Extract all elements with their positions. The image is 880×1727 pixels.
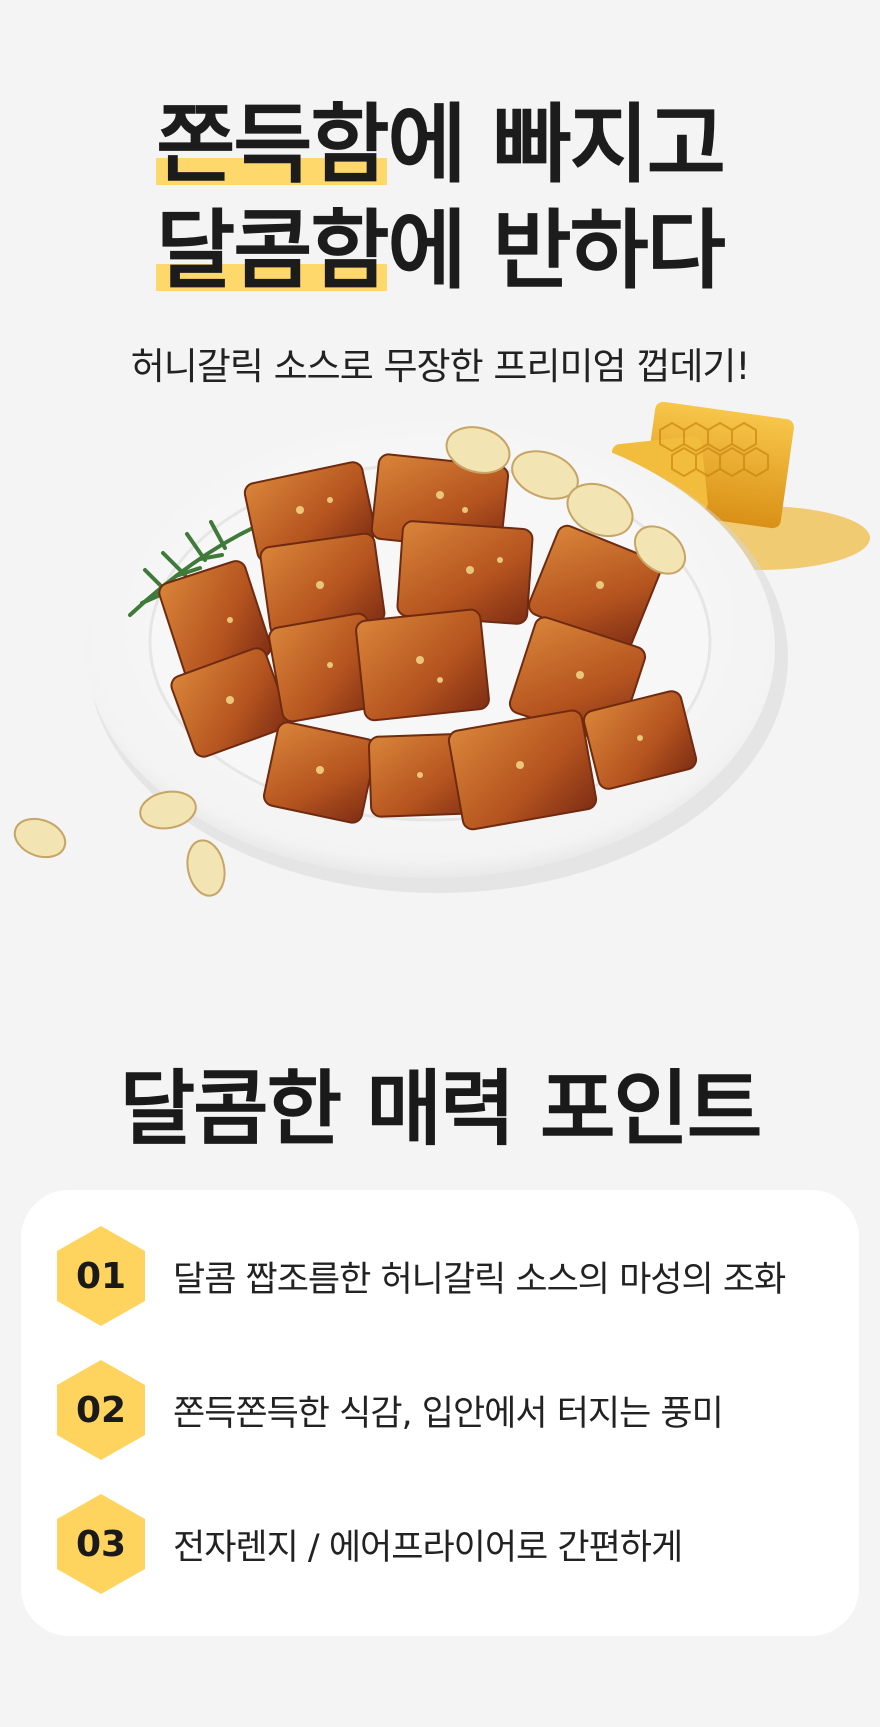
headline-rest-2: 에 반하다	[387, 201, 725, 301]
headline-highlight-1: 쫀득함	[156, 95, 389, 195]
point-number-badge-2: 02	[57, 1360, 145, 1460]
point-text-2: 쫀득쫀득한 식감, 입안에서 터지는 풍미	[173, 1393, 724, 1434]
point-number-badge-1: 01	[57, 1226, 145, 1326]
points-card: 01 달콤 짭조름한 허니갈릭 소스의 마성의 조화 02 쫀득쫀득한 식감, …	[21, 1190, 859, 1636]
point-item-2: 02 쫀득쫀득한 식감, 입안에서 터지는 풍미	[57, 1360, 847, 1460]
headline-line-1: 쫀득함에 빠지고	[0, 92, 880, 198]
headline: 쫀득함에 빠지고 달콤함에 반하다	[0, 92, 880, 304]
point-text-3: 전자렌지 / 에어프라이어로 간편하게	[173, 1527, 683, 1568]
section-title: 달콤한 매력 포인트	[119, 1062, 763, 1157]
point-number-badge-3: 03	[57, 1494, 145, 1594]
headline-line-2: 달콤함에 반하다	[0, 198, 880, 304]
headline-highlight-2: 달콤함	[156, 201, 389, 301]
point-item-1: 01 달콤 짭조름한 허니갈릭 소스의 마성의 조화	[57, 1226, 847, 1326]
point-item-3: 03 전자렌지 / 에어프라이어로 간편하게	[57, 1494, 847, 1594]
food-illustration	[13, 401, 870, 897]
subtitle: 허니갈릭 소스로 무장한 프리미엄 껍데기!	[130, 345, 751, 388]
point-text-1: 달콤 짭조름한 허니갈릭 소스의 마성의 조화	[173, 1259, 786, 1300]
headline-rest-1: 에 빠지고	[387, 95, 725, 195]
